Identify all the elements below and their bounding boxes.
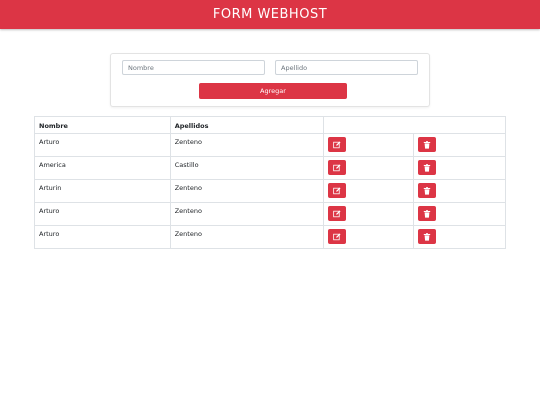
navbar: FORM WEBHOST bbox=[0, 0, 540, 29]
edit-button[interactable] bbox=[328, 137, 347, 152]
cell-delete bbox=[413, 133, 506, 157]
cell-edit bbox=[323, 133, 415, 157]
cell-edit bbox=[323, 179, 415, 203]
apellido-input[interactable] bbox=[275, 60, 418, 75]
cell-nombre: Arturo bbox=[34, 133, 171, 157]
agregar-button[interactable]: Agregar bbox=[199, 83, 347, 99]
table-row: Arturin Zenteno bbox=[34, 179, 506, 203]
cell-delete bbox=[413, 202, 506, 226]
cell-nombre: Arturin bbox=[34, 179, 171, 203]
edit-button[interactable] bbox=[328, 160, 347, 175]
cell-apellidos: Zenteno bbox=[169, 179, 325, 203]
cell-edit bbox=[323, 202, 415, 226]
cell-apellidos: Zenteno bbox=[169, 202, 325, 226]
edit-icon bbox=[333, 187, 341, 195]
edit-icon bbox=[333, 141, 341, 149]
navbar-title: FORM WEBHOST bbox=[212, 7, 328, 22]
cell-delete bbox=[413, 156, 506, 180]
cell-delete bbox=[413, 225, 506, 249]
add-person-form: Agregar bbox=[110, 53, 430, 107]
delete-button[interactable] bbox=[418, 137, 437, 152]
table-row: America Castillo bbox=[34, 156, 506, 180]
cell-apellidos: Zenteno bbox=[169, 225, 325, 249]
table-row: Arturo Zenteno bbox=[34, 202, 506, 226]
table-header-row: Nombre Apellidos bbox=[34, 116, 506, 134]
trash-icon bbox=[423, 210, 431, 218]
cell-delete bbox=[413, 179, 506, 203]
edit-button[interactable] bbox=[328, 206, 347, 221]
trash-icon bbox=[423, 187, 431, 195]
trash-icon bbox=[423, 233, 431, 241]
header-actions bbox=[323, 116, 506, 134]
delete-button[interactable] bbox=[418, 206, 437, 221]
trash-icon bbox=[423, 164, 431, 172]
nombre-input[interactable] bbox=[122, 60, 265, 75]
cell-edit bbox=[323, 225, 415, 249]
cell-nombre: Arturo bbox=[34, 225, 171, 249]
edit-icon bbox=[333, 210, 341, 218]
delete-button[interactable] bbox=[418, 183, 437, 198]
cell-nombre: America bbox=[34, 156, 171, 180]
header-apellidos: Apellidos bbox=[169, 116, 325, 134]
cell-edit bbox=[323, 156, 415, 180]
cell-nombre: Arturo bbox=[34, 202, 171, 226]
delete-button[interactable] bbox=[418, 229, 437, 244]
header-nombre: Nombre bbox=[34, 116, 171, 134]
table-row: Arturo Zenteno bbox=[34, 225, 506, 249]
edit-button[interactable] bbox=[328, 183, 347, 198]
edit-icon bbox=[333, 233, 341, 241]
cell-apellidos: Zenteno bbox=[169, 133, 325, 157]
table-body: Arturo Zenteno America Castillo Arturin … bbox=[34, 133, 506, 249]
delete-button[interactable] bbox=[418, 160, 437, 175]
trash-icon bbox=[423, 141, 431, 149]
people-table: Nombre Apellidos Arturo Zenteno America … bbox=[34, 116, 506, 249]
edit-button[interactable] bbox=[328, 229, 347, 244]
table-row: Arturo Zenteno bbox=[34, 133, 506, 157]
edit-icon bbox=[333, 164, 341, 172]
cell-apellidos: Castillo bbox=[169, 156, 325, 180]
